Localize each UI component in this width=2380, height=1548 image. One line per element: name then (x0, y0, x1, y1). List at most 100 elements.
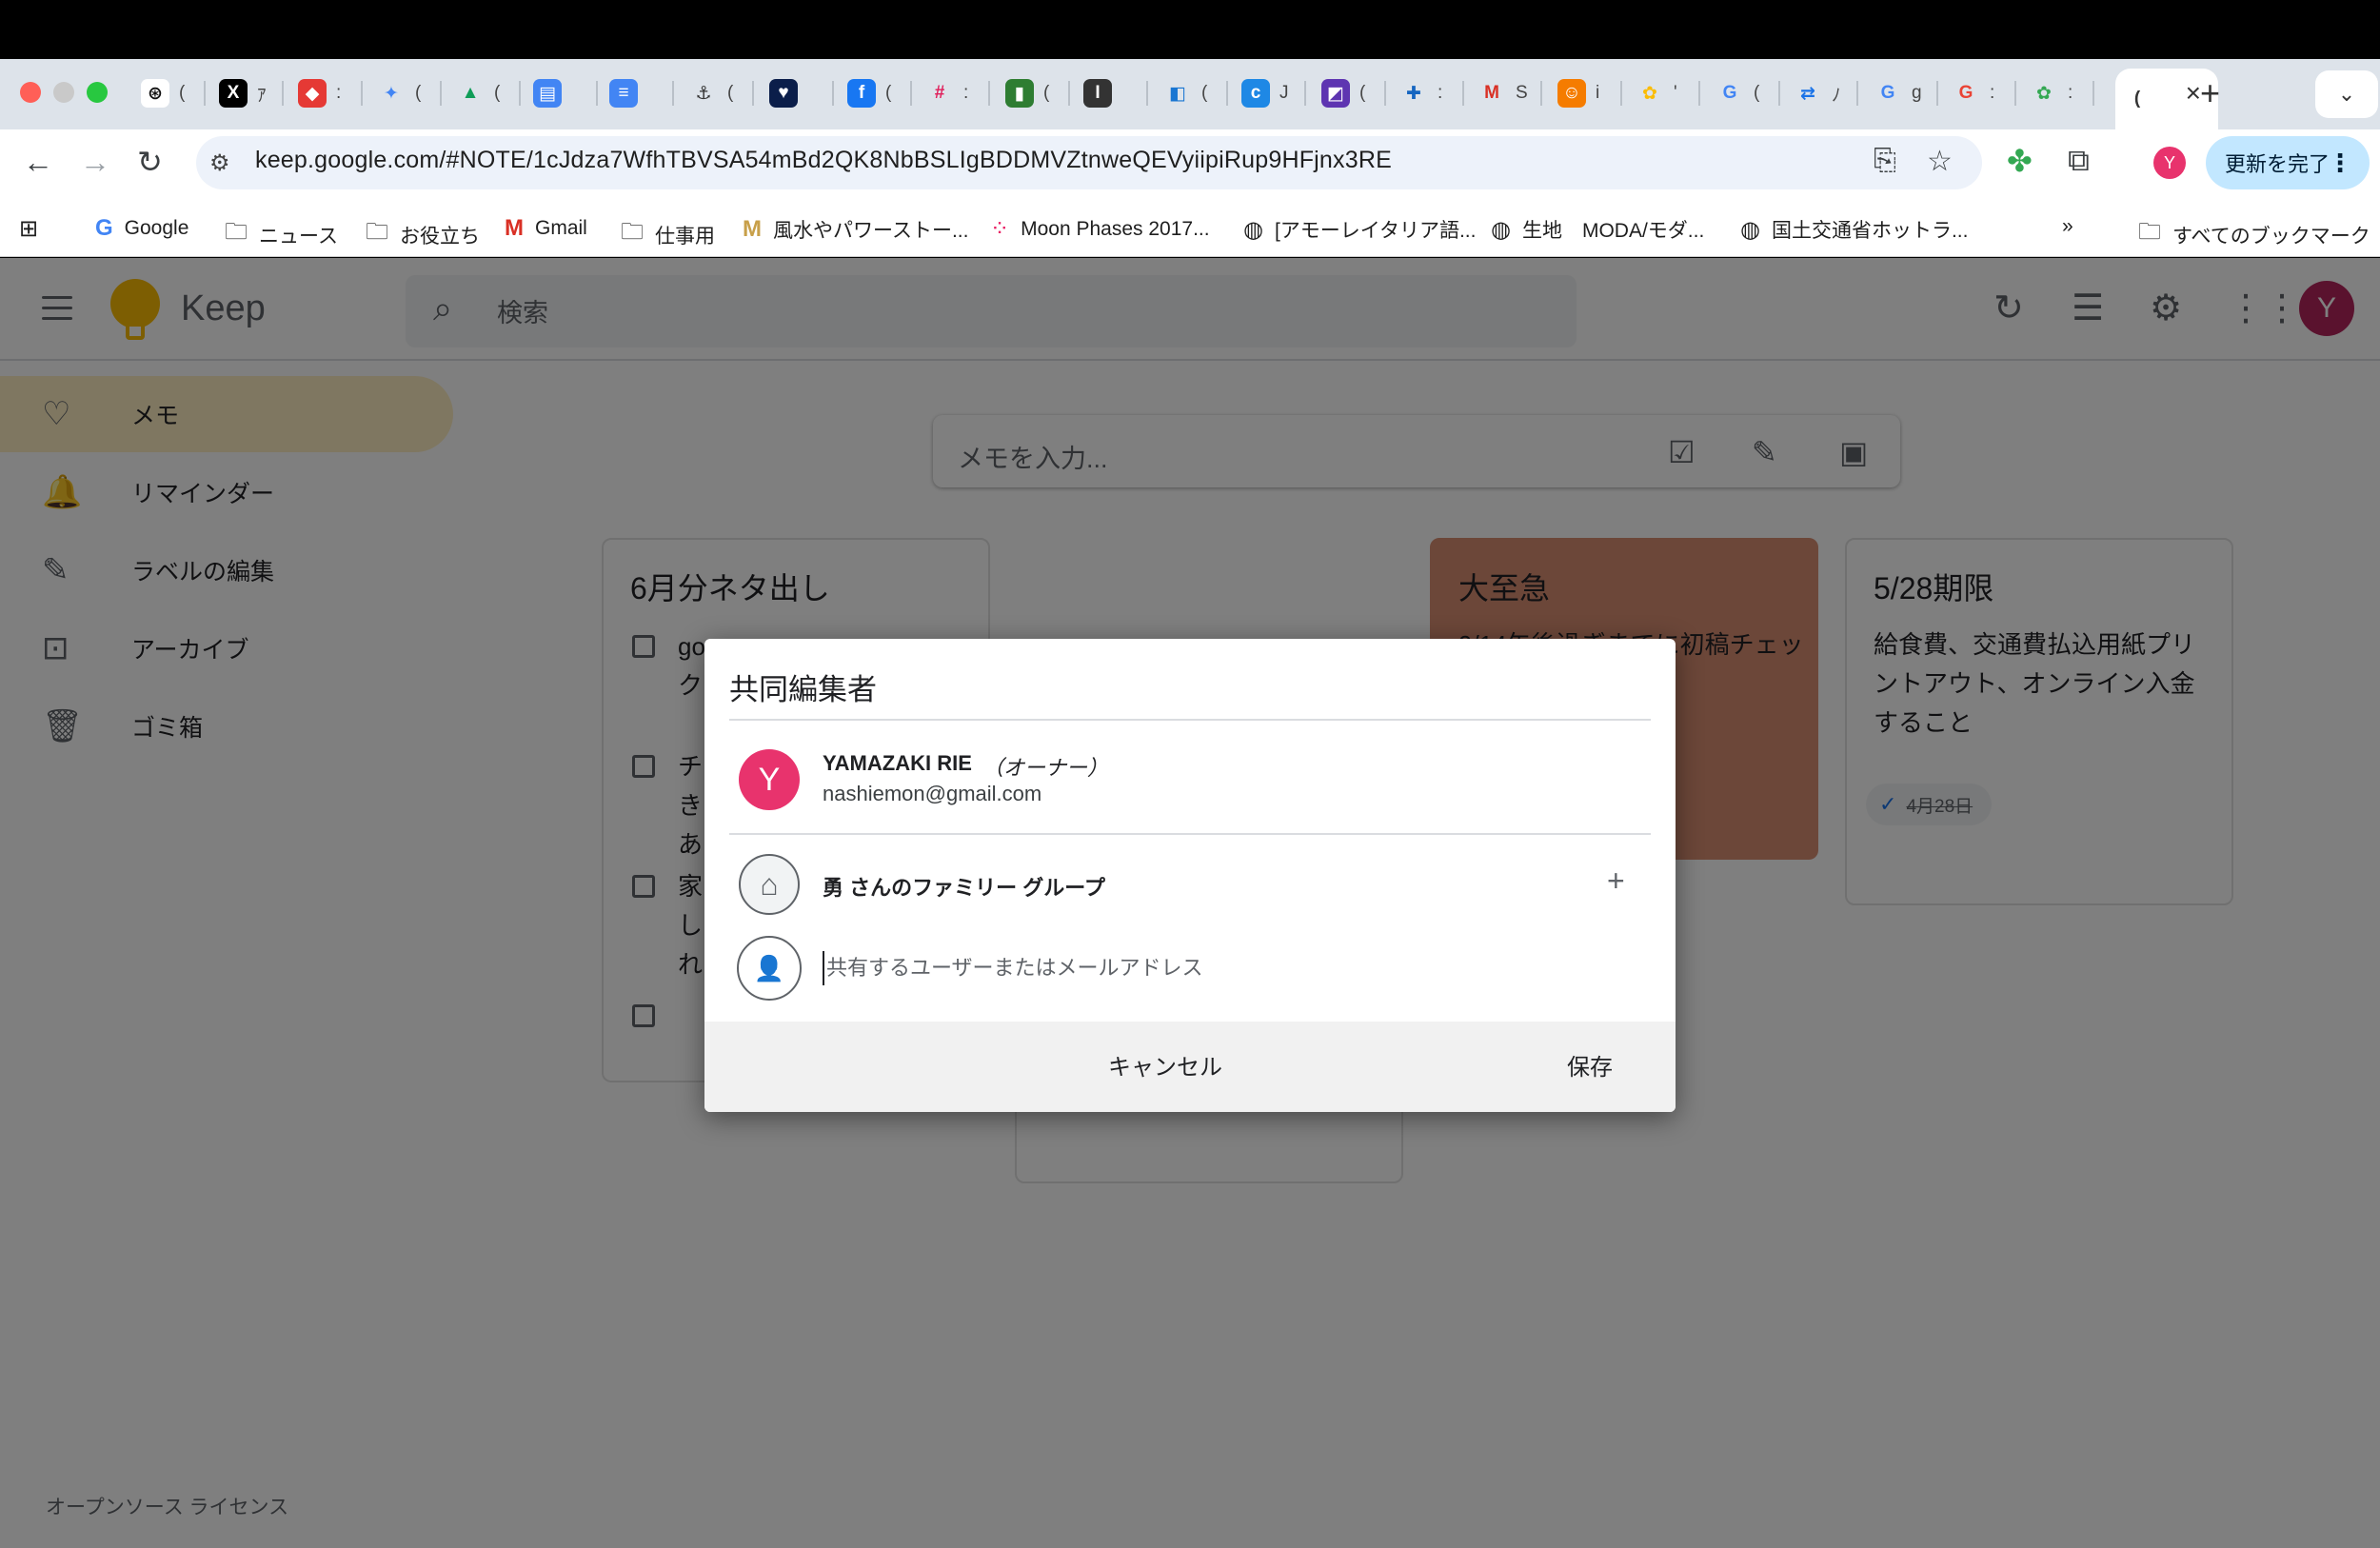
browser-tab[interactable]: ✿ ' (1628, 72, 1700, 114)
browser-tab[interactable]: ✦( (369, 72, 442, 114)
add-family-group-button[interactable]: + (1607, 863, 1625, 899)
more-menu-icon[interactable]: ⋮ (2328, 149, 2352, 178)
browser-tab[interactable]: ☺ i (1550, 72, 1622, 114)
divider (729, 833, 1651, 835)
bookmark-item[interactable]: 🗀 お役立ち (366, 215, 480, 254)
browser-tab[interactable]: MS (1470, 72, 1542, 114)
bookmark-icon: 🗀 (621, 219, 644, 245)
tab-favicon-icon: c (1241, 79, 1270, 108)
tab-favicon-icon: ◆ (298, 79, 327, 108)
bookmark-label: Gmail (535, 217, 587, 239)
tab-favicon-icon: ⊛ (141, 79, 169, 108)
tab-separator (1384, 81, 1386, 106)
browser-tab[interactable]: ◆: (290, 72, 363, 114)
browser-tab[interactable]: ≡ (602, 72, 674, 114)
bookmark-icon: 🗀 (225, 219, 248, 245)
extension-clover-icon[interactable]: ✤ (2007, 143, 2033, 179)
browser-tab[interactable]: ◩( (1314, 72, 1386, 114)
tab-close-icon[interactable]: × (2186, 78, 2201, 109)
browser-tab[interactable]: #: (918, 72, 990, 114)
browser-tab[interactable]: cJ (1234, 72, 1306, 114)
bookmarks-overflow-icon[interactable]: » (2062, 215, 2073, 238)
update-browser-label: 更新を完了 (2225, 152, 2330, 176)
owner-email: nashiemon@gmail.com (823, 782, 1042, 805)
bookmark-item[interactable]: ◍ 生地 MODA/モダ... (1491, 215, 1704, 244)
tab-separator (1146, 81, 1148, 106)
tab-favicon-icon: ▤ (533, 79, 562, 108)
extensions-puzzle-icon[interactable]: ⧉ (2068, 143, 2090, 179)
tab-title: ( (1754, 83, 1760, 103)
update-browser-button[interactable]: 更新を完了 ⋮ (2206, 136, 2370, 189)
bookmark-item[interactable]: ◍ 国土交通省ホットラ... (1740, 215, 1968, 244)
tab-title: : (1438, 83, 1443, 103)
tab-separator (1856, 81, 1858, 106)
browser-tab[interactable]: ⚓( (682, 72, 754, 114)
apps-grid-icon[interactable]: ⊞ (19, 215, 50, 243)
browser-tab[interactable]: I (1076, 72, 1148, 114)
tab-separator (1226, 81, 1228, 106)
bookmark-item[interactable]: G Google (95, 215, 188, 242)
tab-separator (1304, 81, 1306, 106)
tab-separator (752, 81, 754, 106)
bookmark-item[interactable]: M 風水やパワーストー... (743, 215, 968, 244)
browser-tab[interactable]: ✚: (1392, 72, 1464, 114)
window-zoom-button[interactable] (87, 82, 108, 103)
browser-tab[interactable]: ◧( (1156, 72, 1228, 114)
tab-favicon-icon: ✚ (1399, 79, 1428, 108)
owner-name: YAMAZAKI RIE (823, 751, 972, 775)
share-email-input[interactable] (823, 951, 1603, 985)
dialog-title: 共同編集者 (729, 673, 877, 706)
tab-title: S (1516, 83, 1528, 103)
browser-tab[interactable]: Xｱ (211, 72, 284, 114)
browser-tab[interactable]: ▲( (448, 72, 521, 114)
tab-title: ( (415, 83, 422, 103)
browser-tab[interactable]: G( (1708, 72, 1780, 114)
tab-search-button[interactable]: ⌄ (2315, 70, 2378, 118)
add-person-icon: 👤 (737, 936, 802, 1001)
reload-button[interactable]: ↻ (137, 143, 163, 181)
bookmark-star-icon[interactable]: ☆ (1927, 145, 1953, 178)
url-text[interactable]: keep.google.com/#NOTE/1cJdza7WfhTBVSA54m… (255, 147, 1392, 174)
bookmark-item[interactable]: 🗀 仕事用 (621, 215, 715, 254)
browser-tab[interactable]: ▮( (998, 72, 1070, 114)
browser-tab[interactable]: ⊛( (133, 72, 206, 114)
all-bookmarks-folder[interactable]: 🗀 すべてのブックマーク (2138, 215, 2370, 254)
owner-avatar: Y (739, 749, 800, 810)
new-tab-button[interactable]: + (2200, 74, 2220, 112)
bookmark-item[interactable]: ◍ [アモーレイタリア語... (1243, 215, 1476, 244)
tab-title: ( (179, 83, 186, 103)
site-info-icon[interactable]: ⚙ (209, 149, 230, 177)
browser-tab[interactable]: G: (1944, 72, 2016, 114)
browser-tab[interactable]: ▤ (526, 72, 598, 114)
tab-separator (519, 81, 521, 106)
folder-icon: 🗀 (2138, 219, 2161, 245)
install-app-icon[interactable]: ⎘ (1874, 145, 1896, 177)
tab-title: ' (1674, 83, 1677, 103)
browser-tab[interactable]: ✿: (2022, 72, 2094, 114)
browser-tab[interactable]: Gg (1866, 72, 1938, 114)
window-minimize-button[interactable] (53, 82, 74, 103)
tab-title: ﾉ (1832, 85, 1841, 106)
bookmark-item[interactable]: 🗀 ニュース (225, 215, 338, 254)
bookmark-label: 風水やパワーストー... (773, 220, 969, 242)
cancel-button[interactable]: キャンセル (1108, 1048, 1222, 1082)
forward-button[interactable]: → (80, 143, 110, 181)
tab-favicon-icon: ✿ (1636, 79, 1664, 108)
window-close-button[interactable] (20, 82, 41, 103)
tab-favicon-icon: X (219, 79, 248, 108)
tab-title: J (1279, 83, 1289, 103)
back-button[interactable]: ← (23, 143, 53, 181)
browser-tab[interactable]: f( (840, 72, 912, 114)
tab-separator (1540, 81, 1542, 106)
all-bookmarks-label: すべてのブックマーク (2172, 225, 2370, 248)
bookmark-icon: ◍ (1491, 216, 1511, 243)
tab-favicon-icon: ☺ (1557, 79, 1586, 108)
bookmark-item[interactable]: M Gmail (505, 215, 587, 242)
bookmark-item[interactable]: ⁘ Moon Phases 2017... (990, 215, 1210, 243)
browser-profile-avatar[interactable]: Y (2153, 147, 2186, 179)
browser-tab[interactable]: ♥ (762, 72, 834, 114)
tab-separator (1778, 81, 1780, 106)
browser-tab[interactable]: ⇄ ﾉ (1786, 72, 1858, 114)
save-button[interactable]: 保存 (1567, 1048, 1613, 1082)
tab-title: i (1596, 83, 1600, 103)
